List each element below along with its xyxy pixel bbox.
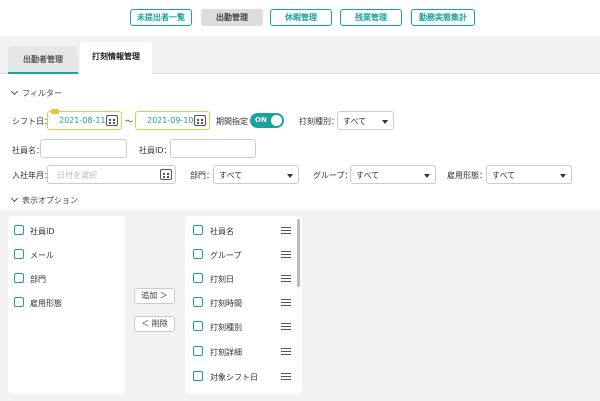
item-label: 打刻種別 (210, 323, 242, 332)
checkbox[interactable] (193, 273, 203, 283)
display-options-title: 表示オプション (22, 196, 78, 205)
nav-attendance-management[interactable]: 出勤管理 (201, 9, 263, 26)
nav-unsubmitted-list[interactable]: 未提出者一覧 (130, 9, 192, 26)
filter-section-header[interactable]: フィルター (10, 87, 62, 99)
drag-handle-icon[interactable] (281, 373, 291, 380)
chevron-down-icon (10, 87, 19, 96)
drag-handle-icon[interactable] (281, 227, 291, 234)
tab-bar: 出勤者管理 打刻情報管理 (0, 36, 600, 75)
drag-handle-icon[interactable] (281, 251, 291, 258)
shift-date-to-input[interactable]: 2021-09-10 (135, 111, 210, 130)
hire-month-input[interactable]: 日付を選択 (47, 165, 176, 184)
checkbox[interactable] (193, 371, 203, 381)
checkbox[interactable] (14, 297, 24, 307)
item-label: 打刻日 (210, 275, 234, 284)
nav-work-summary[interactable]: 勤務実態集計 (411, 9, 475, 26)
flag-icon (51, 109, 59, 114)
date-from-text: 2021-08-11 (59, 116, 106, 125)
select-value: すべて (219, 171, 243, 180)
chevron-down-icon (10, 194, 19, 203)
display-options-header[interactable]: 表示オプション (10, 194, 78, 206)
employment-label: 雇用形態： (447, 171, 487, 180)
shift-date-label: シフト日： (12, 117, 52, 126)
caret-down-icon (560, 174, 566, 178)
drag-handle-icon[interactable] (281, 299, 291, 306)
checkbox[interactable] (193, 321, 203, 331)
nav-overtime-management[interactable]: 残業管理 (340, 9, 402, 26)
item-label: 雇用形態 (30, 299, 62, 308)
item-label: 対象シフト日 (210, 373, 258, 382)
item-label: 打刻時間 (210, 299, 242, 308)
add-column-button[interactable]: 追加 ＞ (134, 288, 175, 304)
hire-month-label: 入社年月： (12, 171, 52, 180)
item-label: 社員ID (30, 227, 55, 236)
remove-column-button[interactable]: ＜ 削除 (134, 316, 175, 332)
select-value: すべて (356, 171, 380, 180)
employee-id-input[interactable] (170, 139, 256, 158)
employee-name-input[interactable] (40, 139, 127, 158)
tab-attendee-management[interactable]: 出勤者管理 (8, 46, 78, 74)
toggle-text: ON (255, 116, 267, 124)
item-label: グループ (210, 251, 242, 260)
checkbox[interactable] (14, 249, 24, 259)
top-navigation: 未提出者一覧 出勤管理 休暇管理 残業管理 勤務実態集計 (0, 0, 600, 36)
calendar-icon[interactable] (194, 115, 206, 126)
period-label: 期間指定 (216, 117, 248, 126)
employee-id-label: 社員ID： (139, 146, 172, 155)
caret-down-icon (287, 174, 293, 178)
item-label: 打刻詳細 (210, 348, 242, 357)
checkbox[interactable] (193, 225, 203, 235)
checkbox[interactable] (193, 346, 203, 356)
department-label: 部門： (190, 171, 214, 180)
nav-leave-management[interactable]: 休暇管理 (270, 9, 332, 26)
date-separator: ～ (125, 117, 133, 126)
shift-date-from-input[interactable]: 2021-08-11 (47, 109, 122, 130)
hire-month-placeholder: 日付を選択 (57, 171, 97, 180)
select-value: すべて (492, 171, 516, 180)
date-to-text: 2021-09-10 (147, 116, 194, 125)
stamp-type-label: 打刻種別： (299, 117, 339, 126)
group-label: グループ： (313, 171, 353, 180)
checkbox[interactable] (193, 297, 203, 307)
toggle-knob (271, 115, 282, 126)
tab-stamp-info-management[interactable]: 打刻情報管理 (80, 42, 152, 75)
calendar-icon[interactable] (160, 169, 172, 180)
available-columns-panel (8, 216, 125, 394)
filter-title: フィルター (22, 89, 62, 98)
caret-down-icon (424, 174, 430, 178)
employment-select[interactable]: すべて (486, 165, 572, 184)
calendar-icon[interactable] (106, 115, 118, 126)
stamp-type-select[interactable]: すべて (337, 111, 394, 130)
checkbox[interactable] (14, 225, 24, 235)
select-value: すべて (343, 117, 367, 126)
drag-handle-icon[interactable] (281, 323, 291, 330)
item-label: メール (30, 251, 54, 260)
group-select[interactable]: すべて (350, 165, 436, 184)
checkbox[interactable] (193, 249, 203, 259)
item-label: 部門 (30, 275, 46, 284)
checkbox[interactable] (14, 273, 24, 283)
period-toggle[interactable]: ON (250, 113, 284, 128)
scrollbar[interactable] (297, 219, 300, 287)
department-select[interactable]: すべて (213, 165, 299, 184)
caret-down-icon (382, 120, 388, 124)
item-label: 社員名 (210, 227, 234, 236)
drag-handle-icon[interactable] (281, 348, 291, 355)
drag-handle-icon[interactable] (281, 275, 291, 282)
